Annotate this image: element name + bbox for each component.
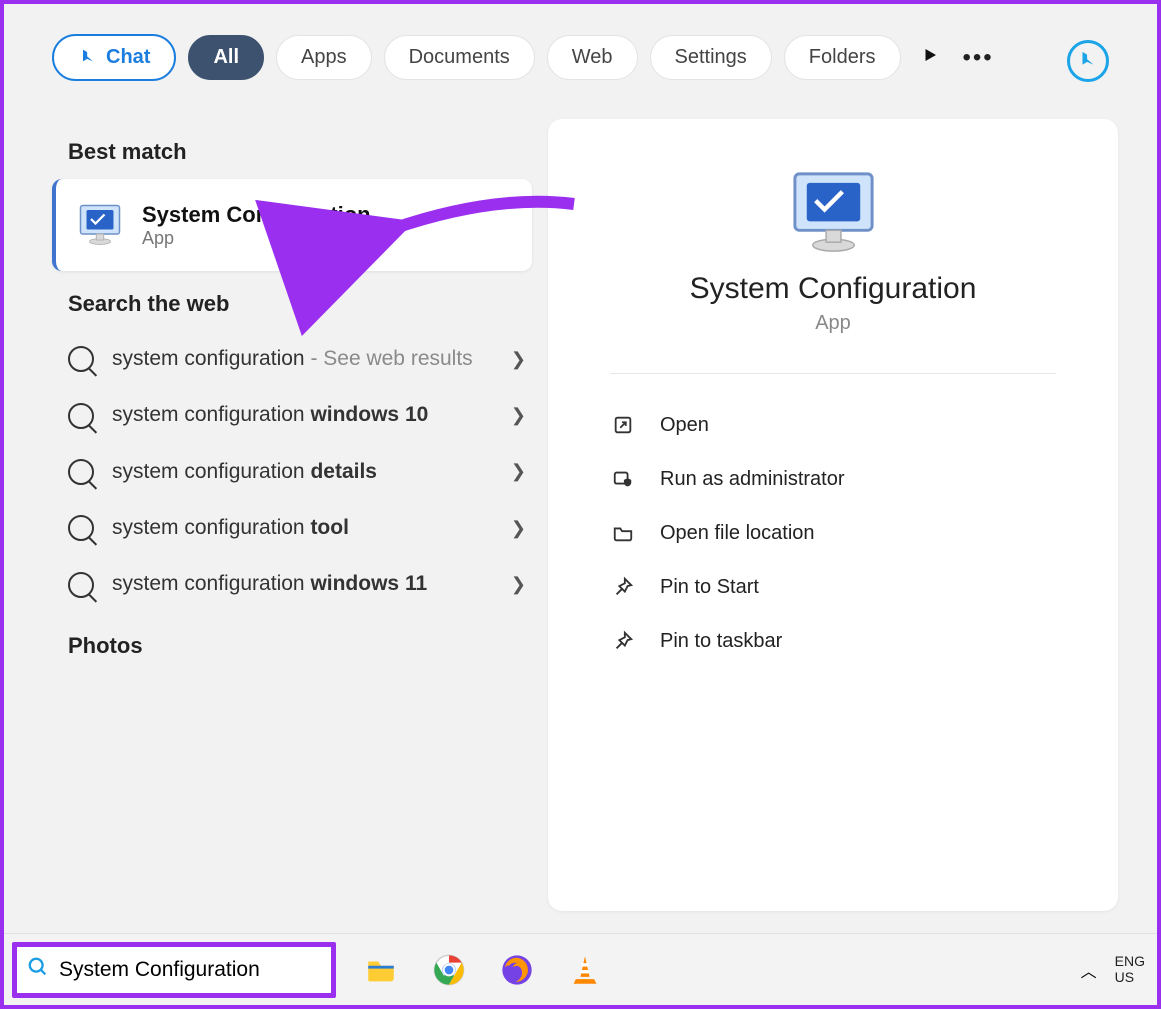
web-result-text: system configuration windows 10: [112, 401, 493, 429]
action-label: Open: [660, 414, 709, 437]
chevron-right-icon: ❯: [511, 518, 526, 539]
best-match-heading: Best match: [68, 139, 532, 165]
tray-overflow-chevron-icon[interactable]: ︿: [1081, 958, 1097, 982]
taskbar-search-box[interactable]: [12, 942, 336, 998]
filter-all[interactable]: All: [188, 35, 264, 80]
filter-settings[interactable]: Settings: [650, 35, 772, 80]
firefox-icon[interactable]: [498, 951, 536, 989]
action-label: Pin to Start: [660, 576, 759, 599]
chrome-icon[interactable]: [430, 951, 468, 989]
search-the-web-heading: Search the web: [68, 291, 532, 317]
search-icon: [68, 515, 94, 541]
system-tray: ︿ ENG US: [1081, 954, 1145, 985]
search-filter-header: Chat All Apps Documents Web Settings Fol…: [4, 4, 1157, 91]
details-panel: System Configuration App Open Run as adm…: [548, 119, 1118, 911]
filter-apps[interactable]: Apps: [276, 35, 372, 80]
chat-label: Chat: [106, 46, 150, 69]
web-result-text: system configuration tool: [112, 514, 493, 542]
vlc-icon[interactable]: [566, 951, 604, 989]
pin-icon: [610, 574, 636, 600]
taskbar-search-input[interactable]: [59, 958, 309, 982]
bing-chat-icon: [78, 48, 98, 68]
file-explorer-icon[interactable]: [362, 951, 400, 989]
web-result[interactable]: system configuration details ❯: [52, 444, 532, 500]
filter-documents[interactable]: Documents: [384, 35, 535, 80]
action-open[interactable]: Open: [610, 398, 1056, 452]
msconfig-icon: [76, 201, 124, 249]
web-result[interactable]: system configuration windows 10 ❯: [52, 387, 532, 443]
search-icon: [27, 956, 49, 983]
web-result[interactable]: system configuration tool ❯: [52, 500, 532, 556]
best-match-subtitle: App: [142, 228, 371, 249]
details-title: System Configuration: [610, 272, 1056, 306]
action-pin-start[interactable]: Pin to Start: [610, 560, 1056, 614]
language-indicator[interactable]: ENG US: [1115, 954, 1145, 985]
action-pin-taskbar[interactable]: Pin to taskbar: [610, 614, 1056, 668]
pin-icon: [610, 628, 636, 654]
divider: [610, 373, 1056, 374]
web-result[interactable]: system configuration windows 11 ❯: [52, 556, 532, 612]
best-match-title: System Configuration: [142, 202, 371, 228]
results-column: Best match System Configuration App Sear…: [52, 119, 532, 673]
search-icon: [68, 459, 94, 485]
filter-web[interactable]: Web: [547, 35, 638, 80]
taskbar: ︿ ENG US: [4, 933, 1157, 1005]
chevron-right-icon: ❯: [511, 405, 526, 426]
filter-overflow-play-icon[interactable]: [921, 46, 939, 69]
bing-logo-icon[interactable]: [1067, 40, 1109, 82]
web-result-text: system configuration details: [112, 458, 493, 486]
filter-folders[interactable]: Folders: [784, 35, 901, 80]
action-label: Pin to taskbar: [660, 630, 782, 653]
admin-shield-icon: [610, 466, 636, 492]
chevron-right-icon: ❯: [511, 574, 526, 595]
search-icon: [68, 346, 94, 372]
search-icon: [68, 403, 94, 429]
action-open-location[interactable]: Open file location: [610, 506, 1056, 560]
best-match-result[interactable]: System Configuration App: [52, 179, 532, 271]
details-subtitle: App: [610, 312, 1056, 335]
open-icon: [610, 412, 636, 438]
photos-heading: Photos: [68, 633, 532, 659]
chat-pill[interactable]: Chat: [52, 34, 176, 81]
search-icon: [68, 572, 94, 598]
chevron-right-icon: ❯: [511, 461, 526, 482]
folder-icon: [610, 520, 636, 546]
action-label: Open file location: [660, 522, 815, 545]
msconfig-large-icon: [786, 165, 881, 260]
more-options-icon[interactable]: •••: [963, 44, 994, 72]
web-result[interactable]: system configuration - See web results ❯: [52, 331, 532, 387]
web-results-list: system configuration - See web results ❯…: [52, 331, 532, 613]
chevron-right-icon: ❯: [511, 349, 526, 370]
web-result-text: system configuration - See web results: [112, 345, 493, 373]
action-run-admin[interactable]: Run as administrator: [610, 452, 1056, 506]
web-result-text: system configuration windows 11: [112, 570, 493, 598]
action-label: Run as administrator: [660, 468, 845, 491]
taskbar-apps: [362, 951, 604, 989]
